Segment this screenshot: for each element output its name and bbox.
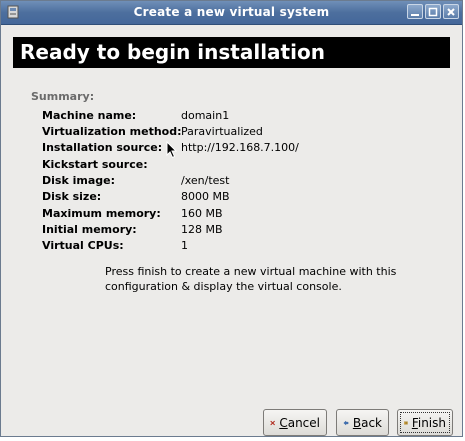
virtual-cpus-value: 1: [181, 239, 188, 252]
finish-instructions: Press finish to create a new virtual mac…: [105, 265, 397, 293]
title-bar[interactable]: Create a new virtual system: [1, 1, 462, 25]
minimize-button[interactable]: [407, 4, 423, 19]
maximize-button[interactable]: [425, 4, 441, 19]
close-icon: [447, 7, 455, 16]
page-header: Ready to begin installation: [13, 37, 450, 68]
installation-source-value: http://192.168.7.100/: [181, 141, 299, 154]
kickstart-source-label: Kickstart source:: [42, 158, 148, 171]
back-arrow-icon: [343, 420, 349, 425]
disk-size-label: Disk size:: [42, 190, 102, 203]
wizard-window: Create a new virtual system Ready to beg…: [0, 0, 463, 437]
disk-image-label: Disk image:: [42, 174, 115, 187]
maximize-icon: [428, 7, 438, 16]
cancel-button[interactable]: Cancel: [263, 409, 327, 436]
initial-memory-label: Initial memory:: [42, 223, 137, 236]
summary-heading: Summary:: [31, 90, 95, 103]
minimize-icon: [411, 13, 419, 16]
mouse-pointer-icon: [166, 141, 178, 159]
cancel-x-icon: [270, 420, 275, 425]
close-button[interactable]: [443, 4, 459, 19]
virtualization-method-value: Paravirtualized: [181, 125, 263, 138]
disk-image-value: /xen/test: [181, 174, 230, 187]
disk-size-value: 8000 MB: [181, 190, 230, 203]
machine-name-label: Machine name:: [42, 109, 137, 122]
virtual-cpus-label: Virtual CPUs:: [42, 239, 124, 252]
installation-source-label: Installation source:: [42, 141, 163, 154]
back-button-label: Back: [352, 415, 382, 430]
page-title: Ready to begin installation: [20, 40, 325, 64]
window-title: Create a new virtual system: [133, 5, 330, 19]
finish-button-label: Finish: [411, 415, 446, 430]
virtualization-method-label: Virtualization method:: [42, 125, 182, 138]
back-button[interactable]: Back: [336, 409, 389, 436]
machine-name-value: domain1: [181, 109, 230, 122]
finish-button[interactable]: Finish: [397, 409, 453, 436]
cancel-button-label: Cancel: [279, 415, 320, 430]
initial-memory-value: 128 MB: [181, 223, 223, 236]
maximum-memory-value: 160 MB: [181, 207, 223, 220]
finish-icon: [404, 420, 408, 425]
maximum-memory-label: Maximum memory:: [42, 207, 161, 220]
